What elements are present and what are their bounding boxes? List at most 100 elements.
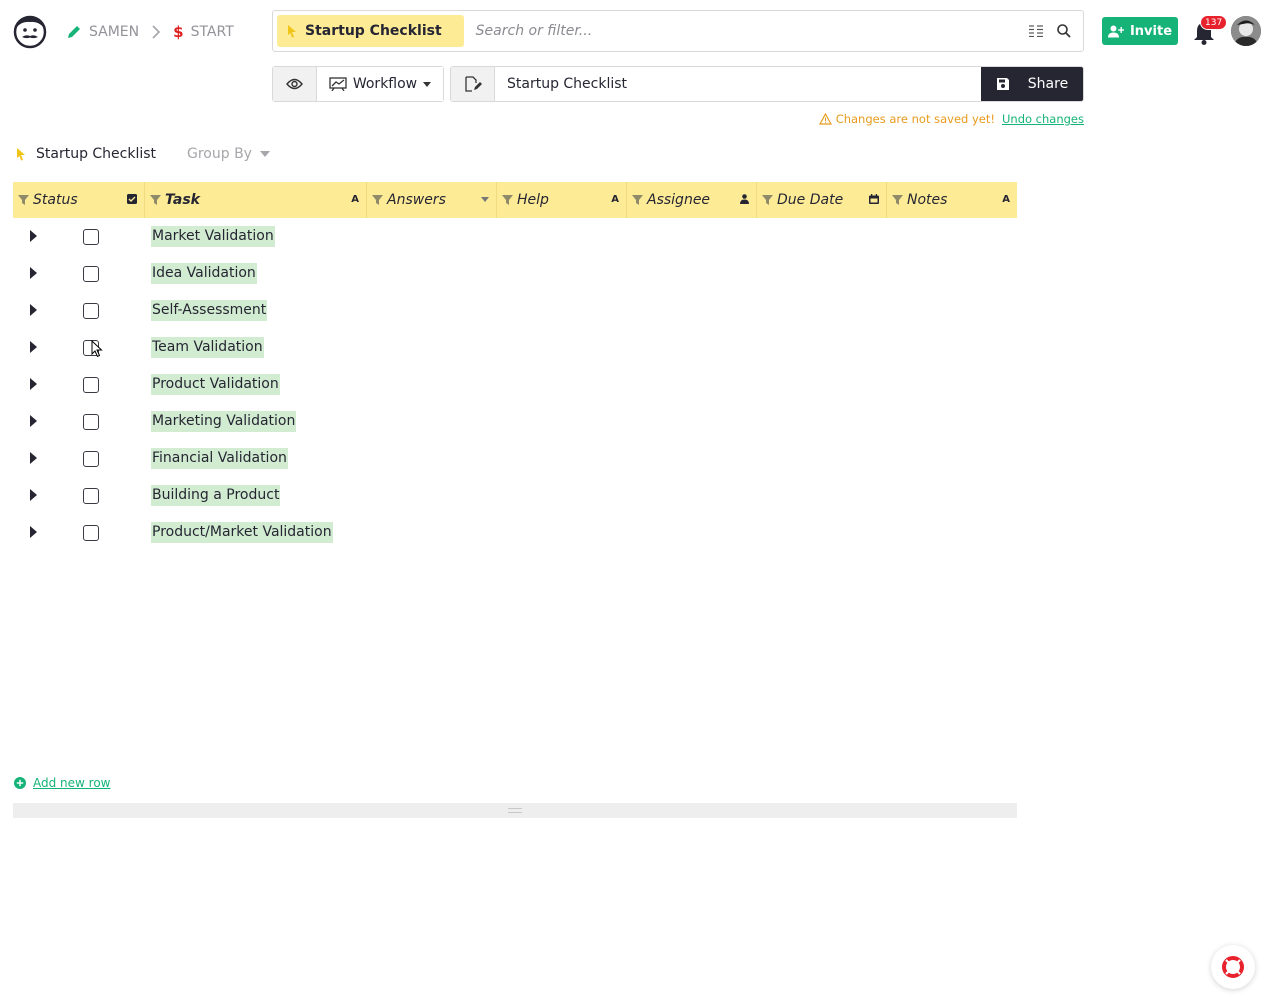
status-checkbox[interactable] (83, 377, 99, 393)
expand-row-icon[interactable] (30, 230, 37, 242)
table-row[interactable]: Idea Validation (13, 255, 1017, 292)
search-icon[interactable] (1057, 24, 1071, 38)
task-cell[interactable]: Building a Product (151, 485, 281, 506)
avatar[interactable] (1231, 16, 1261, 46)
add-row-button[interactable]: Add new row (14, 776, 111, 790)
current-page-pill[interactable]: Startup Checklist (277, 15, 464, 47)
section-title[interactable]: Startup Checklist (16, 146, 156, 162)
task-cell[interactable]: Idea Validation (151, 263, 257, 284)
text-icon: A (1002, 194, 1010, 205)
view-type-label: Workflow (352, 76, 418, 92)
page-name-input[interactable]: Startup Checklist (495, 67, 981, 101)
expand-row-icon[interactable] (30, 526, 37, 538)
breadcrumb: SAMEN $ START (66, 21, 234, 43)
filter-icon[interactable] (150, 195, 161, 205)
task-cell[interactable]: Financial Validation (151, 448, 288, 469)
column-header-task[interactable]: Task A (145, 182, 367, 218)
task-cell[interactable]: Team Validation (151, 337, 264, 358)
unsaved-notice: Changes are not saved yet! Undo changes (818, 112, 1084, 126)
plus-circle-icon (14, 777, 26, 789)
filter-icon[interactable] (762, 195, 773, 205)
resize-handle[interactable] (13, 803, 1017, 818)
caret-down-icon (423, 81, 432, 87)
status-checkbox[interactable] (83, 266, 99, 282)
column-header-answers[interactable]: Answers (367, 182, 497, 218)
section-title-label: Startup Checklist (36, 146, 157, 162)
status-checkbox[interactable] (83, 303, 99, 319)
help-button[interactable] (1211, 945, 1255, 989)
filter-icon[interactable] (372, 195, 383, 205)
share-label: Share (1027, 76, 1069, 92)
table-row[interactable]: Product Validation (13, 366, 1017, 403)
table-row[interactable]: Self-Assessment (13, 292, 1017, 329)
workflow-icon (329, 77, 347, 91)
column-header-status[interactable]: Status (13, 182, 145, 218)
status-checkbox[interactable] (83, 488, 99, 504)
task-cell[interactable]: Marketing Validation (151, 411, 297, 432)
caret-down-icon (259, 151, 270, 157)
edit-document-icon (464, 76, 482, 92)
logo-icon[interactable] (12, 13, 48, 49)
checkbox-icon (127, 194, 137, 204)
column-header-label: Assignee (647, 192, 711, 208)
breadcrumb-doc[interactable]: $ START (173, 23, 234, 41)
notification-badge: 137 (1200, 15, 1228, 30)
column-header-label: Answers (387, 192, 446, 208)
table-row[interactable]: Team Validation (13, 329, 1017, 366)
filter-icon[interactable] (502, 195, 513, 205)
column-header-due-date[interactable]: Due Date (757, 182, 887, 218)
table-row[interactable]: Financial Validation (13, 440, 1017, 477)
column-header-label: Status (33, 192, 78, 208)
expand-row-icon[interactable] (30, 378, 37, 390)
filter-icon[interactable] (18, 195, 29, 205)
status-checkbox[interactable] (83, 414, 99, 430)
group-by-dropdown[interactable]: Group By (187, 146, 270, 162)
warning-icon (818, 113, 832, 125)
filter-icon[interactable] (632, 195, 643, 205)
column-header-label: Help (517, 192, 549, 208)
column-header-notes[interactable]: Notes A (887, 182, 1017, 218)
list-view-icon[interactable] (1029, 25, 1043, 37)
task-cell[interactable]: Product Validation (151, 374, 280, 395)
lifebuoy-icon (1222, 956, 1244, 978)
chevron-right-icon (151, 25, 161, 39)
expand-row-icon[interactable] (30, 489, 37, 501)
undo-changes-link[interactable]: Undo changes (1002, 112, 1084, 126)
share-button[interactable]: Share (981, 67, 1083, 101)
status-checkbox[interactable] (83, 229, 99, 245)
expand-row-icon[interactable] (30, 304, 37, 316)
view-button[interactable] (273, 67, 317, 101)
expand-row-icon[interactable] (30, 267, 37, 279)
column-header-help[interactable]: Help A (497, 182, 627, 218)
expand-row-icon[interactable] (30, 341, 37, 353)
status-checkbox[interactable] (83, 525, 99, 541)
task-cell[interactable]: Self-Assessment (151, 300, 268, 321)
edit-page-button[interactable] (451, 67, 495, 101)
add-row-label: Add new row (33, 776, 111, 790)
current-page-label: Startup Checklist (305, 23, 442, 39)
table-row[interactable]: Market Validation (13, 218, 1017, 255)
breadcrumb-org[interactable]: SAMEN (66, 24, 139, 40)
column-header-assignee[interactable]: Assignee (627, 182, 757, 218)
breadcrumb-org-label: SAMEN (89, 24, 140, 40)
unsaved-text: Changes are not saved yet! (835, 112, 995, 126)
column-header-label: Notes (907, 192, 948, 208)
expand-row-icon[interactable] (30, 415, 37, 427)
column-header-label: Task (165, 192, 200, 208)
view-type-dropdown[interactable]: Workflow (317, 67, 443, 101)
pencil-icon (68, 26, 80, 38)
group-by-label: Group By (187, 146, 252, 162)
person-icon (740, 194, 749, 204)
task-cell[interactable]: Market Validation (151, 226, 275, 247)
search-bar[interactable]: Startup Checklist Search or filter... (272, 10, 1084, 52)
status-checkbox[interactable] (83, 451, 99, 467)
expand-row-icon[interactable] (30, 452, 37, 464)
filter-icon[interactable] (892, 195, 903, 205)
table-row[interactable]: Marketing Validation (13, 403, 1017, 440)
save-icon (996, 78, 1009, 90)
table-row[interactable]: Product/Market Validation (13, 514, 1017, 551)
table-row[interactable]: Building a Product (13, 477, 1017, 514)
invite-button[interactable]: Invite (1102, 17, 1178, 45)
search-input[interactable]: Search or filter... (476, 23, 1029, 39)
task-cell[interactable]: Product/Market Validation (151, 522, 333, 543)
